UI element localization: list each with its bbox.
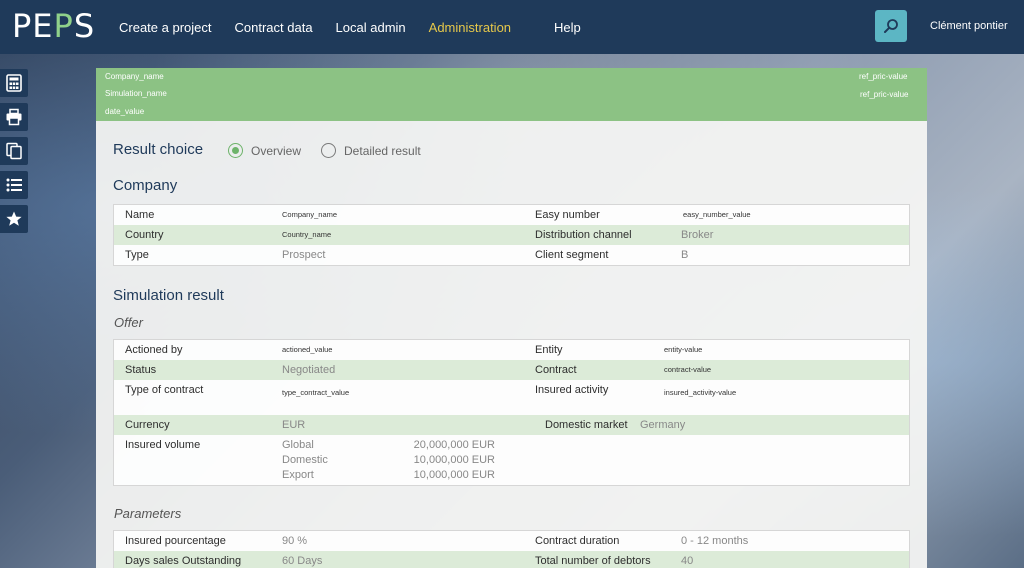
printer-icon (6, 108, 22, 126)
print-button[interactable] (0, 103, 28, 131)
type-value: Prospect (282, 249, 326, 261)
table-row: Status Negotiated Contract contract-valu… (114, 360, 909, 380)
search-button[interactable] (875, 10, 907, 42)
insured-activity-value: insured_activity-value (664, 388, 737, 397)
actioned-by-value: actioned_value (282, 345, 333, 354)
copy-icon (6, 142, 22, 160)
name-label: Name (125, 209, 155, 221)
days-sales-outstanding-label: Days sales Outstanding (125, 555, 242, 567)
status-label: Status (125, 364, 157, 376)
insured-percentage-value: 90 % (282, 535, 308, 547)
distribution-channel-label: Distribution channel (535, 229, 632, 241)
insured-activity-label: Insured activity (535, 384, 609, 396)
contract-value: contract-value (664, 365, 712, 374)
search-icon (884, 19, 898, 33)
total-debtors-label: Total number of debtors (535, 555, 651, 567)
offer-table: Actioned by actioned_value Entity entity… (113, 339, 910, 486)
client-segment-value: B (681, 249, 689, 261)
star-icon (6, 211, 22, 226)
country-value: Country_name (282, 230, 332, 239)
client-segment-label: Client segment (535, 249, 609, 261)
copy-button[interactable] (0, 137, 28, 165)
insured-volume-label: Insured volume (125, 439, 201, 451)
volume-export-value: 10,000,000 EUR (413, 469, 495, 481)
logo-text-2: P (53, 7, 74, 45)
header-ref-pric-1: ref_pric-value (859, 72, 908, 81)
entity-label: Entity (535, 344, 563, 356)
distribution-channel-value: Broker (681, 229, 714, 241)
overview-label[interactable]: Overview (251, 144, 301, 158)
overview-radio[interactable] (228, 143, 243, 158)
parameters-subtitle: Parameters (114, 506, 182, 521)
nav-administration[interactable]: Administration (429, 20, 511, 35)
country-label: Country (125, 229, 164, 241)
days-sales-outstanding-value: 60 Days (282, 555, 323, 567)
result-panel: Company_name Simulation_name date_value … (96, 68, 927, 568)
type-of-contract-value: type_contract_value (282, 388, 350, 397)
calculator-icon (6, 74, 22, 92)
domestic-market-value: Germany (640, 419, 686, 431)
result-content: Result choice Overview Detailed result C… (96, 121, 927, 568)
table-row: Currency EUR Domestic market Germany (114, 415, 909, 435)
detailed-result-radio[interactable] (321, 143, 337, 158)
table-row: Country Country_name Distribution channe… (114, 225, 909, 245)
table-row: Type of contract type_contract_value Ins… (114, 380, 909, 415)
list-button[interactable] (0, 171, 28, 199)
contract-label: Contract (535, 364, 577, 376)
peps-logo[interactable]: PE P S (12, 7, 96, 45)
nav-local-admin[interactable]: Local admin (336, 20, 406, 35)
logo-text-3: S (73, 7, 96, 45)
list-icon (6, 178, 22, 192)
table-row: Type Prospect Client segment B (114, 245, 909, 265)
main-nav: Create a project Contract data Local adm… (119, 0, 604, 54)
header-simulation-name: Simulation_name (105, 89, 167, 98)
table-row: Actioned by actioned_value Entity entity… (114, 340, 909, 360)
total-debtors-value: 40 (681, 555, 694, 567)
top-navigation-bar: PE P S Create a project Contract data Loca… (0, 0, 1024, 54)
contract-duration-label: Contract duration (535, 535, 620, 547)
type-of-contract-label: Type of contract (125, 384, 204, 396)
easy-number-label: Easy number (535, 209, 600, 221)
simulation-header-band: Company_name Simulation_name date_value … (96, 68, 927, 121)
header-date: date_value (105, 107, 145, 116)
user-name[interactable]: Clément pontier (930, 20, 1008, 32)
type-label: Type (125, 249, 149, 261)
contract-duration-value: 0 - 12 months (681, 535, 749, 547)
domestic-market-label: Domestic market (545, 419, 628, 431)
nav-create-project[interactable]: Create a project (119, 20, 212, 35)
currency-label: Currency (125, 419, 170, 431)
nav-contract-data[interactable]: Contract data (235, 20, 313, 35)
favorite-button[interactable] (0, 205, 28, 233)
company-title: Company (113, 177, 178, 194)
name-value: Company_name (282, 210, 338, 219)
nav-help[interactable]: Help (554, 20, 581, 35)
header-company-name: Company_name (105, 72, 164, 81)
table-row: Days sales Outstanding 60 Days Total num… (114, 551, 909, 568)
table-row: Insured volume Global 20,000,000 EUR Dom… (114, 435, 909, 487)
calculator-button[interactable] (0, 69, 28, 97)
actioned-by-label: Actioned by (125, 344, 183, 356)
logo-text-1: PE (12, 7, 54, 45)
offer-subtitle: Offer (114, 315, 143, 330)
currency-value: EUR (282, 419, 306, 431)
status-value: Negotiated (282, 364, 336, 376)
insured-percentage-label: Insured pourcentage (125, 535, 226, 547)
entity-value: entity-value (664, 345, 703, 354)
volume-export-label: Export (282, 469, 314, 481)
result-choice-radios: Overview Detailed result (228, 143, 441, 158)
detailed-result-label[interactable]: Detailed result (344, 144, 421, 158)
table-row: Name Company_name Easy number easy_numbe… (114, 205, 909, 225)
result-choice-title: Result choice (113, 141, 204, 158)
company-table: Name Company_name Easy number easy_numbe… (113, 204, 910, 266)
header-ref-pric-2: ref_pric-value (860, 90, 909, 99)
table-row: Insured pourcentage 90 % Contract durati… (114, 531, 909, 551)
easy-number-value: easy_number_value (683, 210, 751, 219)
parameters-table: Insured pourcentage 90 % Contract durati… (113, 530, 910, 568)
simulation-result-title: Simulation result (113, 287, 224, 304)
